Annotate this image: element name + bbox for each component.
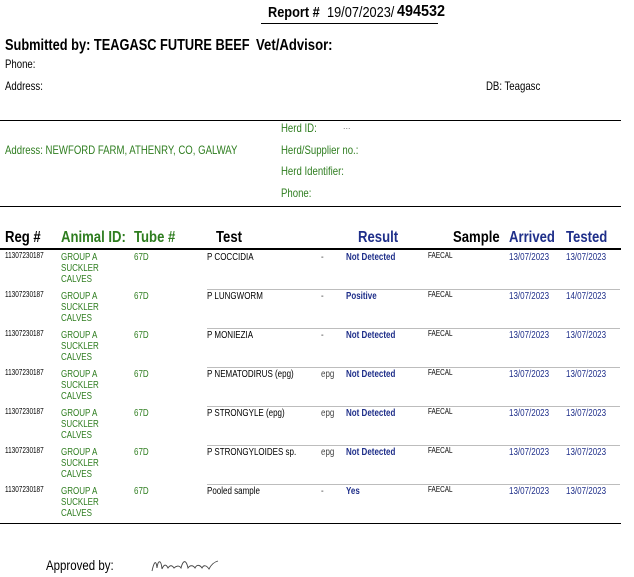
row-divider (207, 445, 620, 446)
cell-unit: epg (321, 447, 335, 458)
cell-tube: 67D (134, 369, 149, 380)
header-reg: Reg # (5, 229, 41, 246)
cell-tested: 13/07/2023 (566, 330, 607, 341)
cell-tube: 67D (134, 408, 149, 419)
cell-arrived: 13/07/2023 (509, 486, 550, 497)
cell-tested: 13/07/2023 (566, 369, 607, 380)
header-underline (0, 248, 621, 250)
cell-tube: 67D (134, 447, 149, 458)
cell-test: P COCCIDIA (207, 252, 254, 263)
report-underline (261, 23, 438, 24)
cell-tested: 13/07/2023 (566, 486, 607, 497)
approved-by-label: Approved by: (46, 557, 114, 573)
report-number: 494532 (397, 3, 446, 20)
cell-reg: 11307230187 (5, 329, 44, 338)
cell-unit: - (321, 486, 324, 497)
cell-result: Not Detected (346, 252, 396, 263)
cell-reg: 11307230187 (5, 485, 44, 494)
cell-unit: - (321, 291, 324, 302)
cell-reg: 11307230187 (5, 251, 44, 260)
cell-reg: 11307230187 (5, 290, 44, 299)
cell-animal-id: GROUP A SUCKLER CALVES (61, 252, 99, 285)
cell-result: Not Detected (346, 330, 396, 341)
database-label: DB: Teagasc (486, 79, 541, 93)
vet-advisor-label: Vet/Advisor: (256, 37, 333, 54)
report-label: Report # (268, 4, 320, 21)
cell-sample: FAECAL (428, 485, 453, 494)
cell-tube: 67D (134, 252, 149, 263)
submitted-by: Submitted by: TEAGASC FUTURE BEEF (5, 37, 250, 54)
herd-id-label: Herd ID: (281, 121, 317, 135)
cell-tube: 67D (134, 330, 149, 341)
herd-phone-label: Phone: (281, 186, 312, 200)
cell-animal-id: GROUP A SUCKLER CALVES (61, 369, 99, 402)
cell-unit: epg (321, 369, 335, 380)
cell-tested: 13/07/2023 (566, 408, 607, 419)
cell-tested: 14/07/2023 (566, 291, 607, 302)
cell-arrived: 13/07/2023 (509, 330, 550, 341)
cell-tested: 13/07/2023 (566, 252, 607, 263)
report-date: 19/07/2023/ (327, 4, 395, 21)
cell-tube: 67D (134, 486, 149, 497)
herd-id-value: ... (343, 121, 351, 131)
row-divider (207, 406, 620, 407)
cell-tube: 67D (134, 291, 149, 302)
cell-result: Yes (346, 486, 360, 497)
cell-unit: epg (321, 408, 335, 419)
row-divider (207, 289, 620, 290)
header-tested: Tested (566, 229, 608, 246)
cell-arrived: 13/07/2023 (509, 291, 550, 302)
cell-sample: FAECAL (428, 407, 453, 416)
cell-test: P LUNGWORM (207, 291, 263, 302)
cell-result: Positive (346, 291, 377, 302)
header-result: Result (358, 229, 399, 246)
cell-test: P NEMATODIRUS (epg) (207, 369, 294, 380)
table-bottom-line (0, 523, 621, 524)
cell-test: P STRONGYLE (epg) (207, 408, 285, 419)
cell-reg: 11307230187 (5, 368, 44, 377)
cell-unit: - (321, 330, 324, 341)
cell-sample: FAECAL (428, 290, 453, 299)
cell-animal-id: GROUP A SUCKLER CALVES (61, 447, 99, 480)
cell-sample: FAECAL (428, 446, 453, 455)
header-animal-id: Animal ID: (61, 229, 126, 246)
cell-test: Pooled sample (207, 486, 260, 497)
herd-supplier-label: Herd/Supplier no.: (281, 143, 359, 157)
row-divider (207, 367, 620, 368)
cell-unit: - (321, 252, 324, 263)
cell-sample: FAECAL (428, 251, 453, 260)
cell-animal-id: GROUP A SUCKLER CALVES (61, 486, 99, 519)
row-divider (207, 328, 620, 329)
header-sample: Sample (453, 229, 500, 246)
header-arrived: Arrived (509, 229, 555, 246)
cell-test: P STRONGYLOIDES sp. (207, 447, 297, 458)
signature-image (151, 560, 219, 572)
herd-divider-bottom (0, 206, 621, 207)
cell-test: P MONIEZIA (207, 330, 254, 341)
header-tube: Tube # (134, 229, 176, 246)
cell-tested: 13/07/2023 (566, 447, 607, 458)
herd-identifier-label: Herd Identifier: (281, 164, 344, 178)
cell-animal-id: GROUP A SUCKLER CALVES (61, 408, 99, 441)
cell-result: Not Detected (346, 369, 396, 380)
cell-animal-id: GROUP A SUCKLER CALVES (61, 291, 99, 324)
submitter-address-label: Address: (5, 79, 43, 93)
header-test: Test (216, 229, 243, 246)
cell-sample: FAECAL (428, 329, 453, 338)
herd-address: Address: NEWFORD FARM, ATHENRY, CO, GALW… (5, 143, 238, 157)
cell-result: Not Detected (346, 408, 396, 419)
cell-reg: 11307230187 (5, 446, 44, 455)
submitter-phone-label: Phone: (5, 57, 36, 71)
cell-animal-id: GROUP A SUCKLER CALVES (61, 330, 99, 363)
cell-arrived: 13/07/2023 (509, 252, 550, 263)
cell-result: Not Detected (346, 447, 396, 458)
cell-sample: FAECAL (428, 368, 453, 377)
cell-arrived: 13/07/2023 (509, 447, 550, 458)
cell-arrived: 13/07/2023 (509, 369, 550, 380)
row-divider (207, 484, 620, 485)
cell-reg: 11307230187 (5, 407, 44, 416)
cell-arrived: 13/07/2023 (509, 408, 550, 419)
